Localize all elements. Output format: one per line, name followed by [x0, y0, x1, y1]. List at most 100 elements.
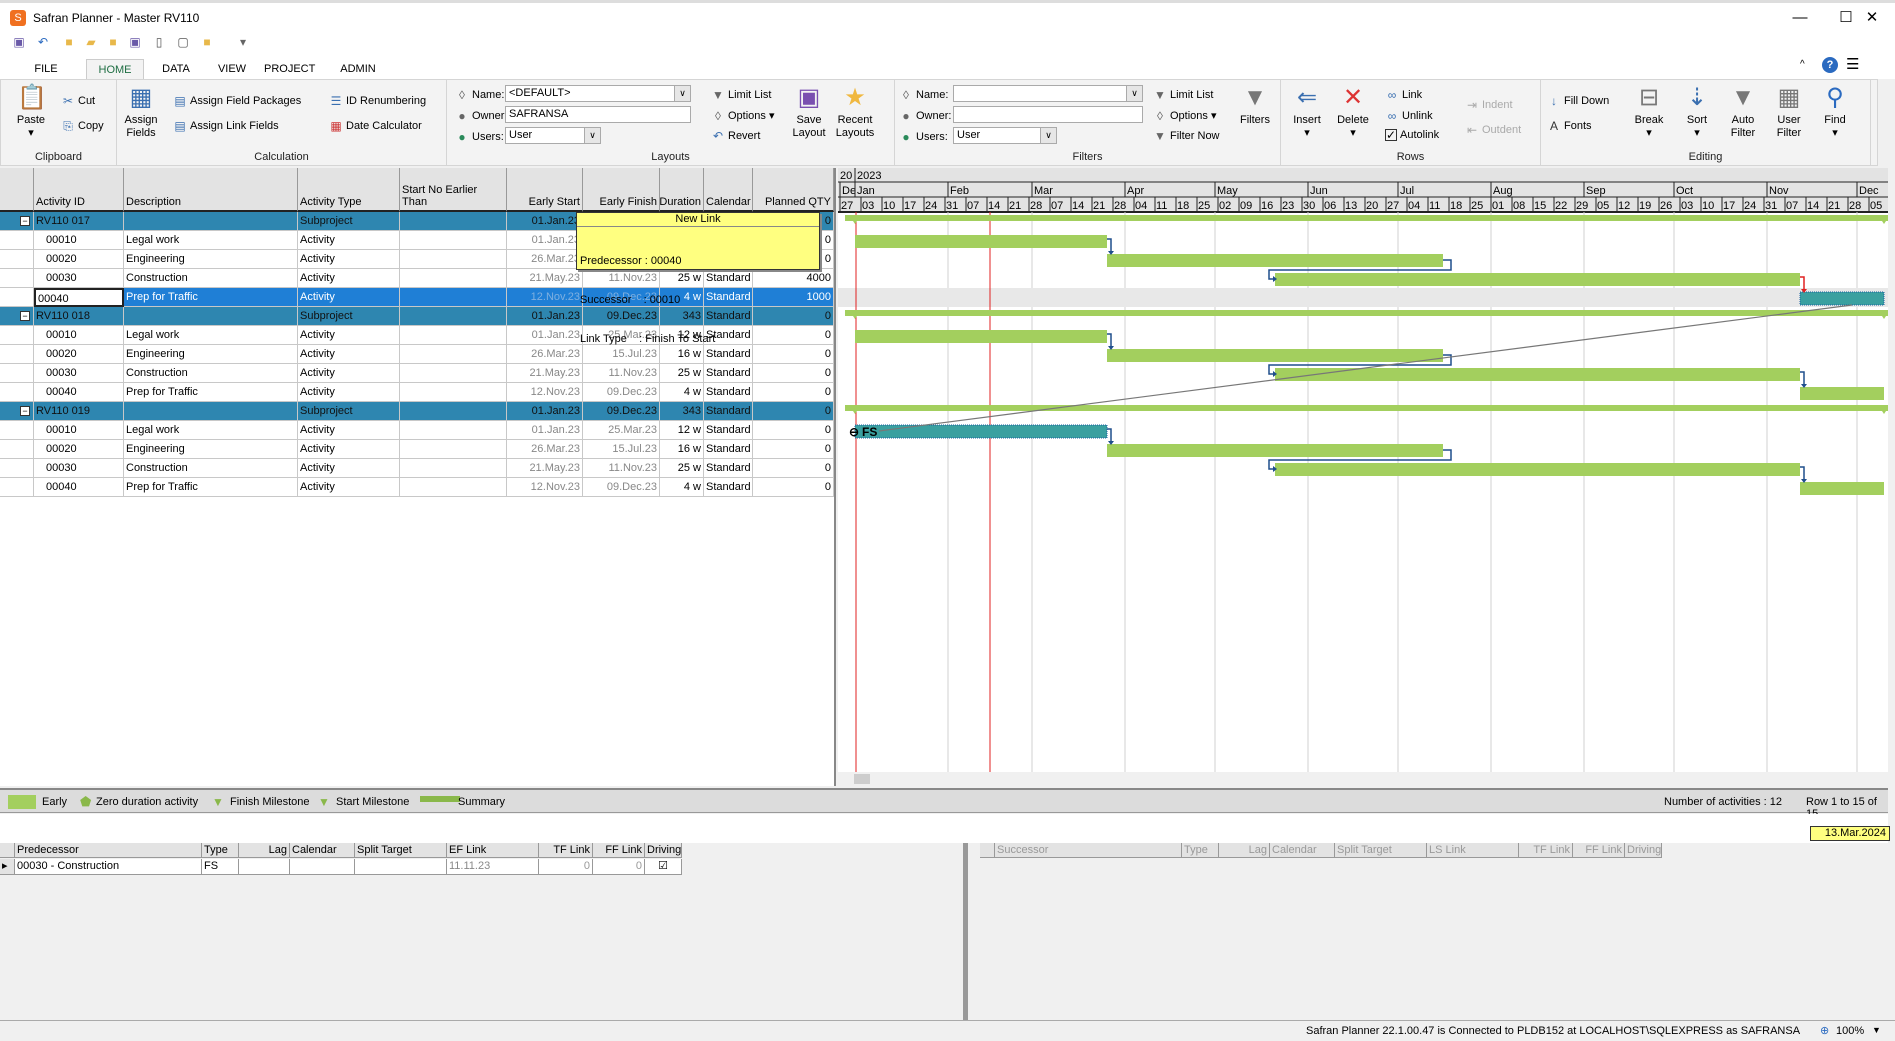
- cell-early-start[interactable]: 01.Jan.23: [507, 307, 583, 326]
- tab-file[interactable]: FILE: [30, 59, 62, 79]
- sort-button[interactable]: ⇣ Sort ▾: [1677, 84, 1717, 140]
- column-header-ls-link[interactable]: LS Link: [1427, 843, 1519, 858]
- paste-button[interactable]: 📋 Paste ▾: [13, 84, 49, 140]
- print-preview-icon[interactable]: ▢: [176, 35, 190, 49]
- zoom-level[interactable]: 100%: [1836, 1025, 1864, 1037]
- cell-description[interactable]: Engineering: [124, 440, 298, 459]
- customize-qat-icon[interactable]: ▾: [236, 35, 250, 49]
- cell-early-start[interactable]: 26.Mar.23: [507, 345, 583, 364]
- gantt-chart[interactable]: 20 2023 De Jan Feb Mar Apr May Jun Jul Aug Sep Oct No…: [838, 168, 1888, 786]
- cell-activity-id[interactable]: 00020: [34, 345, 124, 364]
- cell-start-no-earlier-than[interactable]: [400, 231, 507, 250]
- activity-bar[interactable]: [1107, 349, 1443, 362]
- cell-planned-qty[interactable]: 0: [753, 478, 834, 497]
- cell-start-no-earlier-than[interactable]: [400, 478, 507, 497]
- cell-description[interactable]: [124, 402, 298, 421]
- cell-early-start[interactable]: 01.Jan.23: [507, 231, 583, 250]
- tab-admin[interactable]: ADMIN: [336, 59, 380, 79]
- fill-down-button[interactable]: ↓ Fill Down: [1547, 94, 1609, 108]
- cell-activity-id[interactable]: 00030: [34, 459, 124, 478]
- column-header-ff-link[interactable]: FF Link: [1573, 843, 1625, 858]
- activity-bar[interactable]: [1800, 387, 1884, 400]
- cell-description[interactable]: Engineering: [124, 250, 298, 269]
- tab-data[interactable]: DATA: [160, 59, 192, 79]
- activity-row[interactable]: 00040 Prep for Traffic Activity 12.Nov.23 09…: [0, 383, 834, 402]
- row-header[interactable]: −: [0, 307, 34, 326]
- cell-start-no-earlier-than[interactable]: [400, 307, 507, 326]
- cell-duration[interactable]: 4 w: [660, 383, 704, 402]
- save-as-icon[interactable]: ▣: [128, 35, 142, 49]
- delete-button[interactable]: ✕ Delete ▾: [1333, 84, 1373, 140]
- column-header-early-finish[interactable]: Early Finish: [583, 168, 660, 212]
- cell-start-no-earlier-than[interactable]: [400, 326, 507, 345]
- open-recent-icon[interactable]: ■: [106, 35, 120, 49]
- auto-filter-button[interactable]: ▼ Auto Filter: [1723, 84, 1763, 140]
- cell-description[interactable]: Prep for Traffic: [124, 478, 298, 497]
- cell-activity-type[interactable]: Subproject: [298, 307, 400, 326]
- selected-activity-bar[interactable]: [854, 424, 1108, 439]
- cell-description[interactable]: [124, 307, 298, 326]
- cell-early-start[interactable]: 01.Jan.23: [507, 421, 583, 440]
- print-layout-icon[interactable]: ▯: [152, 35, 166, 49]
- assign-field-packages-button[interactable]: ▤ Assign Field Packages: [173, 94, 301, 108]
- date-calculator-button[interactable]: ▦ Date Calculator: [329, 119, 422, 133]
- activity-bar[interactable]: [1107, 444, 1443, 457]
- cell-description[interactable]: Construction: [124, 459, 298, 478]
- selected-activity-bar[interactable]: [1799, 291, 1885, 306]
- cell-activity-id[interactable]: 00020: [34, 440, 124, 459]
- row-header[interactable]: [0, 478, 34, 497]
- column-header-description[interactable]: Description: [124, 168, 298, 212]
- tab-home[interactable]: HOME: [86, 59, 144, 79]
- cell-early-start[interactable]: 21.May.23: [507, 269, 583, 288]
- cell-early-finish[interactable]: 25.Mar.23: [583, 421, 660, 440]
- column-header-activity-type[interactable]: Activity Type: [298, 168, 400, 212]
- cell-activity-type[interactable]: Activity: [298, 421, 400, 440]
- cell-early-start[interactable]: 12.Nov.23: [507, 383, 583, 402]
- cell-early-start[interactable]: 01.Jan.23: [507, 402, 583, 421]
- cell-duration[interactable]: 4 w: [660, 478, 704, 497]
- row-header[interactable]: −: [0, 212, 34, 231]
- column-header-tf-link[interactable]: TF Link: [539, 843, 593, 858]
- cell-planned-qty[interactable]: 0: [753, 459, 834, 478]
- cell-description[interactable]: Legal work: [124, 326, 298, 345]
- cell-start-no-earlier-than[interactable]: [400, 383, 507, 402]
- cell-activity-type[interactable]: Activity: [298, 383, 400, 402]
- collapse-ribbon-icon[interactable]: ^: [1800, 59, 1805, 70]
- column-header-ef-link[interactable]: EF Link: [447, 843, 539, 858]
- cell-activity-type[interactable]: Activity: [298, 288, 400, 307]
- cell-duration[interactable]: 16 w: [660, 440, 704, 459]
- cell-early-finish[interactable]: 11.Nov.23: [583, 459, 660, 478]
- cell-lag[interactable]: [239, 859, 290, 875]
- layout-name-select[interactable]: <DEFAULT> ∨: [505, 85, 691, 102]
- cell-description[interactable]: Prep for Traffic: [124, 288, 298, 307]
- column-header-split-target[interactable]: Split Target: [355, 843, 447, 858]
- options-button[interactable]: ◊ Options ▾: [711, 109, 774, 123]
- cell-tf[interactable]: 0: [539, 859, 593, 875]
- help-icon[interactable]: ?: [1822, 57, 1838, 73]
- activity-bar[interactable]: [1107, 254, 1443, 267]
- cell-activity-id[interactable]: 00010: [34, 421, 124, 440]
- row-header[interactable]: [0, 440, 34, 459]
- cell-activity-id[interactable]: 00040: [34, 288, 124, 307]
- cell-start-no-earlier-than[interactable]: [400, 288, 507, 307]
- activity-row[interactable]: 00020 Engineering Activity 26.Mar.23 15.Jul.…: [0, 440, 834, 459]
- cell-start-no-earlier-than[interactable]: [400, 212, 507, 231]
- row-header[interactable]: [0, 345, 34, 364]
- cell-activity-type[interactable]: Activity: [298, 440, 400, 459]
- cell-planned-qty[interactable]: 0: [753, 383, 834, 402]
- link-button[interactable]: ∞ Link: [1385, 88, 1422, 102]
- cell-activity-id[interactable]: 00030: [34, 364, 124, 383]
- cell-activity-id[interactable]: RV110 017: [34, 212, 124, 231]
- cell-calendar[interactable]: Standard: [704, 440, 753, 459]
- row-header[interactable]: [0, 269, 34, 288]
- cell-activity-type[interactable]: Subproject: [298, 402, 400, 421]
- row-header[interactable]: [0, 288, 34, 307]
- driving-checkbox[interactable]: ☑: [645, 859, 682, 875]
- cell-description[interactable]: Legal work: [124, 231, 298, 250]
- cell-activity-id[interactable]: 00010: [34, 326, 124, 345]
- column-header-start-no-earlier-than[interactable]: Start No Earlier Than: [400, 168, 507, 212]
- undo-icon[interactable]: ↶: [36, 35, 50, 49]
- cell-ef[interactable]: 11.11.23: [447, 859, 539, 875]
- cell-activity-id[interactable]: 00030: [34, 269, 124, 288]
- cell-calendar[interactable]: Standard: [704, 383, 753, 402]
